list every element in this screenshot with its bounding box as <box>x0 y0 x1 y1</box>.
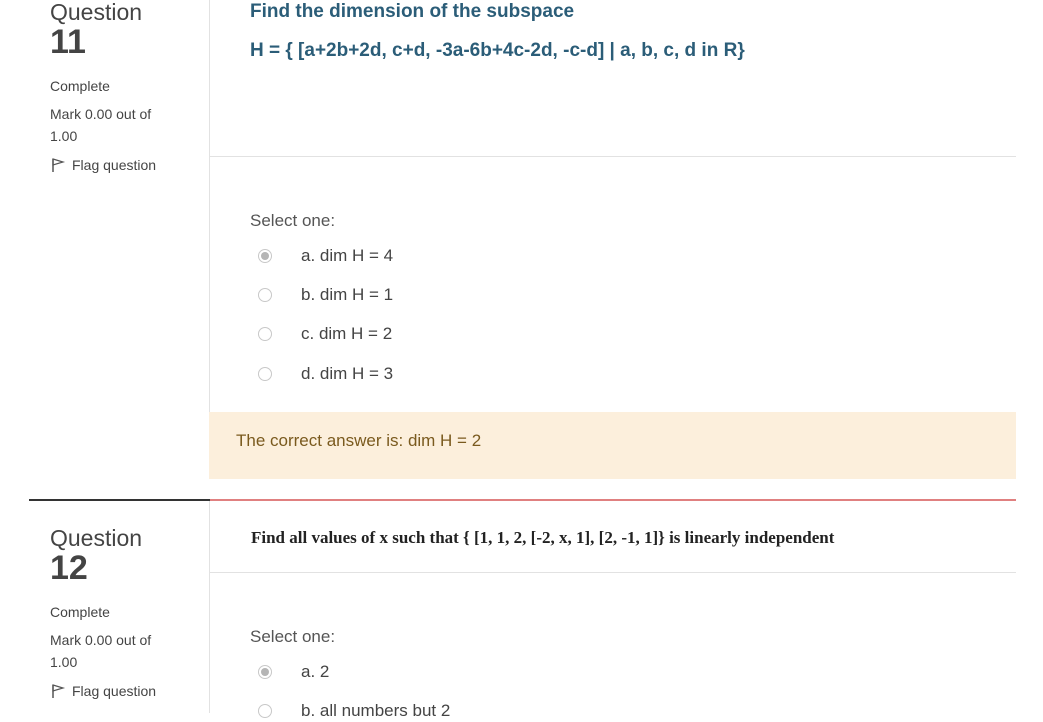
flag-question-label: Flag question <box>72 157 157 173</box>
subspace-definition: H = { [a+2b+2d, c+d, -3a-6b+4c-2d, -c-d]… <box>250 40 745 61</box>
radio-button[interactable] <box>258 665 272 679</box>
flag-question-label: Flag question <box>72 683 157 699</box>
question-separator-left <box>29 499 210 501</box>
question-number: 12 <box>50 549 88 587</box>
answer-option-c[interactable]: c. dim H = 2 <box>258 323 558 345</box>
question-text: Find all values of x such that { [1, 1, … <box>251 528 835 547</box>
grade-total: 1.00 <box>50 128 78 144</box>
question-number: 11 <box>50 23 86 61</box>
flag-icon <box>52 684 66 698</box>
question-label: Question <box>50 0 143 25</box>
question-title: Find the dimension of the subspace <box>250 1 575 22</box>
radio-button[interactable] <box>258 288 272 302</box>
flag-question-button[interactable]: Flag question <box>50 683 200 699</box>
answer-option-label: a. 2 <box>301 662 330 681</box>
answer-option-label: d. dim H = 3 <box>301 364 394 383</box>
answer-option-a[interactable]: a. 2 <box>258 661 558 683</box>
flag-icon <box>52 158 66 172</box>
grade-text: Mark 0.00 out of <box>50 632 152 648</box>
answer-option-b[interactable]: b. all numbers but 2 <box>258 700 558 722</box>
question-separator-right <box>210 499 1016 501</box>
radio-button[interactable] <box>258 327 272 341</box>
answer-option-label: b. all numbers but 2 <box>301 701 451 720</box>
radio-button[interactable] <box>258 704 272 718</box>
question-info-11: Question 11 Complete Mark 0.00 out of 1.… <box>50 0 200 173</box>
grade-total: 1.00 <box>50 654 78 670</box>
question-grade: Mark 0.00 out of 1.00 <box>50 103 200 147</box>
select-one-label: Select one: <box>250 627 336 646</box>
grade-text: Mark 0.00 out of <box>50 106 152 122</box>
content-left-border <box>209 501 210 713</box>
feedback-box: The correct answer is: dim H = 2 <box>209 412 1016 479</box>
answer-option-label: c. dim H = 2 <box>301 324 393 343</box>
question-info-12: Question 12 Complete Mark 0.00 out of 1.… <box>50 526 200 699</box>
content-left-border <box>209 0 210 412</box>
question-divider <box>210 572 1016 573</box>
radio-button[interactable] <box>258 249 272 263</box>
correct-answer-text: The correct answer is: dim H = 2 <box>236 431 482 450</box>
question-grade: Mark 0.00 out of 1.00 <box>50 629 200 673</box>
answer-option-label: b. dim H = 1 <box>301 285 394 304</box>
radio-button[interactable] <box>258 367 272 381</box>
question-state: Complete <box>50 604 110 620</box>
answer-option-a[interactable]: a. dim H = 4 <box>258 245 558 267</box>
answer-option-label: a. dim H = 4 <box>301 246 394 265</box>
question-state: Complete <box>50 78 110 94</box>
flag-question-button[interactable]: Flag question <box>50 157 200 173</box>
question-divider <box>210 156 1016 157</box>
answer-option-b[interactable]: b. dim H = 1 <box>258 284 558 306</box>
select-one-label: Select one: <box>250 211 336 230</box>
answer-option-d[interactable]: d. dim H = 3 <box>258 363 558 385</box>
question-label: Question <box>50 525 143 551</box>
